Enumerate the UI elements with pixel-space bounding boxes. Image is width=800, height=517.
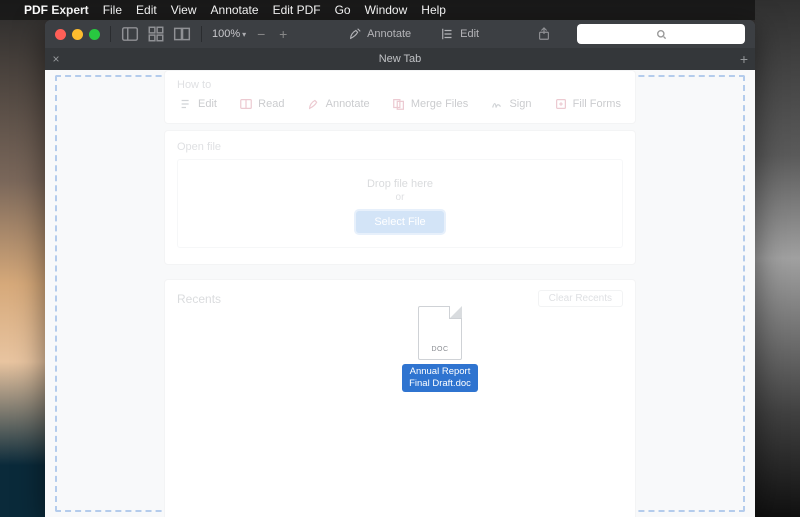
menu-edit[interactable]: Edit: [136, 3, 157, 17]
howto-title: How to: [177, 79, 623, 91]
merge-icon: [392, 97, 406, 111]
minimize-window-button[interactable]: [72, 29, 83, 40]
howto-merge-label: Merge Files: [411, 98, 468, 110]
howto-sign-label: Sign: [509, 98, 531, 110]
dragged-file-name: Annual Report Final Draft.doc: [402, 364, 478, 392]
document-extension: DOC: [419, 346, 461, 353]
menu-go[interactable]: Go: [335, 3, 351, 17]
close-window-button[interactable]: [55, 29, 66, 40]
recents-title: Recents: [177, 292, 221, 306]
howto-edit-label: Edit: [198, 98, 217, 110]
chevron-down-icon: ▾: [242, 30, 246, 39]
sign-icon: [490, 97, 504, 111]
fullscreen-window-button[interactable]: [89, 29, 100, 40]
edit-icon: [179, 97, 193, 111]
edit-mode-button[interactable]: Edit: [441, 27, 479, 41]
howto-fillforms[interactable]: Fill Forms: [554, 97, 621, 111]
share-icon[interactable]: [537, 27, 551, 41]
clear-recents-button[interactable]: Clear Recents: [538, 290, 623, 307]
openfile-card: Open file Drop file here or Select File: [164, 130, 636, 265]
annotate-icon: [307, 97, 321, 111]
howto-merge[interactable]: Merge Files: [392, 97, 468, 111]
howto-edit[interactable]: Edit: [179, 97, 217, 111]
select-file-button[interactable]: Select File: [356, 211, 443, 233]
tab-bar: × New Tab +: [45, 48, 755, 70]
fillforms-icon: [554, 97, 568, 111]
menu-edit-pdf[interactable]: Edit PDF: [273, 3, 321, 17]
howto-read-label: Read: [258, 98, 284, 110]
menu-window[interactable]: Window: [365, 3, 408, 17]
menu-file[interactable]: File: [103, 3, 122, 17]
menu-annotate[interactable]: Annotate: [211, 3, 259, 17]
thumbnails-view-icon[interactable]: [147, 25, 165, 43]
zoom-in-button[interactable]: +: [276, 26, 290, 42]
app-window: 100% ▾ − + Annotate Edit × New Tab + How: [45, 20, 755, 517]
new-tab-button[interactable]: +: [733, 51, 755, 67]
window-controls: [55, 29, 100, 40]
howto-sign[interactable]: Sign: [490, 97, 531, 111]
drop-zone[interactable]: Drop file here or Select File: [177, 159, 623, 248]
window-titlebar: 100% ▾ − + Annotate Edit: [45, 20, 755, 48]
openfile-title: Open file: [177, 141, 623, 153]
toolbar-separator: [201, 26, 202, 42]
sidebar-toggle-icon[interactable]: [121, 25, 139, 43]
howto-card: How to Edit Read Annotate: [164, 70, 636, 124]
tab-title[interactable]: New Tab: [67, 53, 733, 65]
search-icon: [656, 29, 667, 40]
desktop-background-right: [755, 0, 800, 517]
menu-help[interactable]: Help: [421, 3, 446, 17]
howto-annotate[interactable]: Annotate: [307, 97, 370, 111]
howto-fillforms-label: Fill Forms: [573, 98, 621, 110]
content-area: How to Edit Read Annotate: [45, 70, 755, 517]
dragged-file[interactable]: DOC Annual Report Final Draft.doc: [402, 306, 478, 392]
app-name[interactable]: PDF Expert: [24, 3, 89, 17]
read-icon: [239, 97, 253, 111]
howto-read[interactable]: Read: [239, 97, 284, 111]
drop-hint: Drop file here: [178, 178, 622, 190]
howto-annotate-label: Annotate: [326, 98, 370, 110]
toolbar-separator: [110, 26, 111, 42]
zoom-out-button[interactable]: −: [254, 26, 268, 42]
search-field[interactable]: [577, 24, 745, 44]
document-icon: DOC: [418, 306, 462, 360]
macos-menubar: PDF Expert File Edit View Annotate Edit …: [0, 0, 800, 20]
menu-view[interactable]: View: [171, 3, 197, 17]
two-page-view-icon[interactable]: [173, 25, 191, 43]
annotate-label: Annotate: [367, 28, 411, 40]
dragged-file-name-line1: Annual Report: [410, 366, 471, 377]
dragged-file-name-line2: Final Draft.doc: [409, 378, 471, 389]
zoom-value: 100%: [212, 28, 240, 40]
recents-card: Recents Clear Recents: [164, 279, 636, 517]
close-tab-button[interactable]: ×: [45, 52, 67, 66]
drop-or: or: [178, 192, 622, 203]
annotate-mode-button[interactable]: Annotate: [348, 27, 411, 41]
zoom-level[interactable]: 100% ▾: [212, 28, 246, 40]
edit-label: Edit: [460, 28, 479, 40]
